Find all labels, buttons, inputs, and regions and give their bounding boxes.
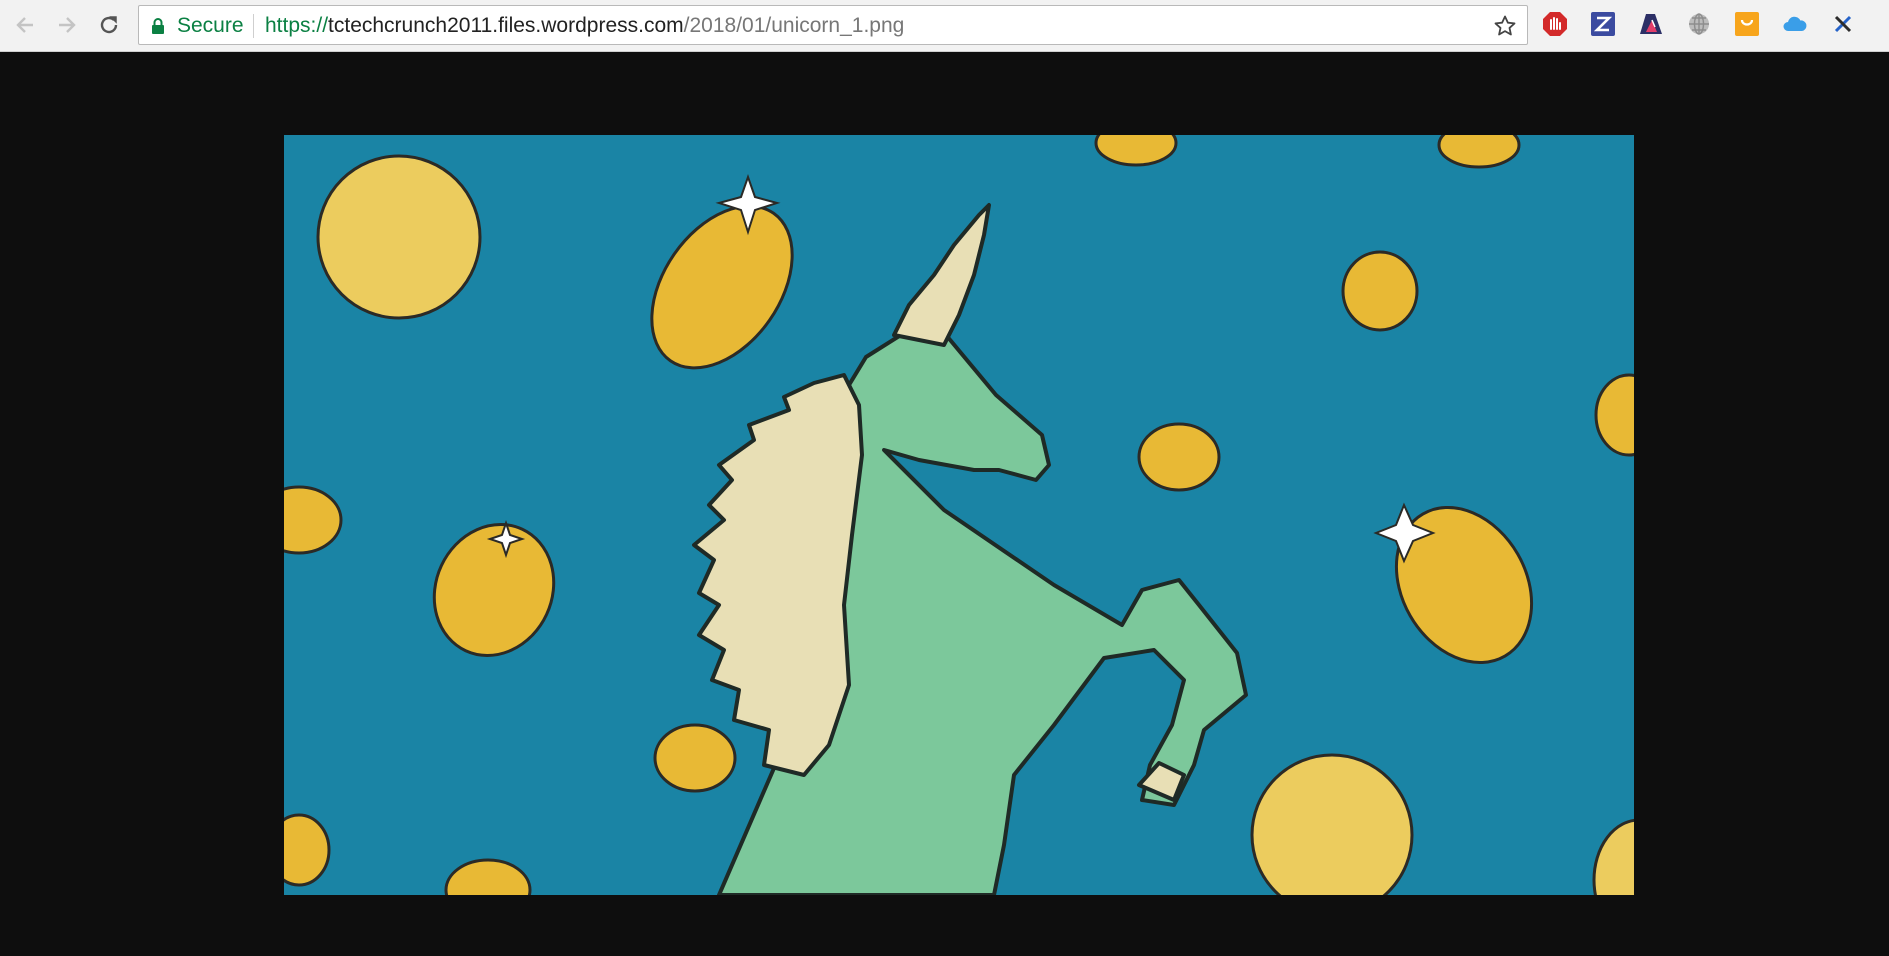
back-arrow-icon[interactable] [8,8,42,42]
cross-extension-icon[interactable] [1829,10,1857,38]
browser-toolbar: Secure https://tctechcrunch2011.files.wo… [0,0,1889,52]
url-scheme: https:// [265,14,329,37]
url-text[interactable]: https://tctechcrunch2011.files.wordpress… [265,14,904,38]
reload-icon[interactable] [92,8,126,42]
reader-extension-icon[interactable] [1637,10,1665,38]
cloud-icon[interactable] [1781,10,1809,38]
url-host: tctechcrunch2011.files.wordpress.com [328,14,684,37]
forward-arrow-icon[interactable] [50,8,84,42]
lock-icon [151,17,165,40]
z-extension-icon[interactable] [1589,10,1617,38]
globe-icon[interactable] [1685,10,1713,38]
omnibox-divider [253,14,254,38]
adblock-hand-icon[interactable] [1541,10,1569,38]
unicorn-image [284,135,1634,895]
address-bar[interactable]: Secure https://tctechcrunch2011.files.wo… [138,5,1528,45]
url-path: /2018/01/unicorn_1.png [683,14,905,37]
honey-extension-icon[interactable] [1733,10,1761,38]
secure-label[interactable]: Secure [177,14,244,38]
star-icon[interactable] [1493,14,1517,43]
